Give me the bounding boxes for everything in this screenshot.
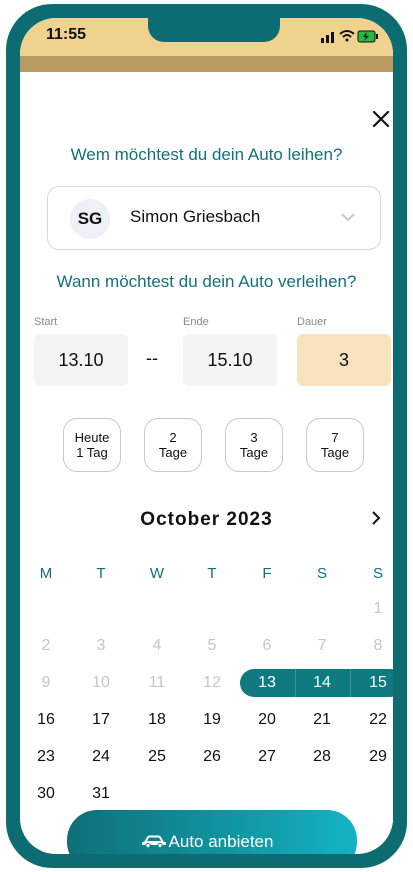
calendar-day[interactable]: 8	[361, 637, 393, 655]
question-when: Wann möchtest du dein Auto verleihen?	[56, 272, 357, 291]
device-notch	[148, 18, 280, 42]
weekday-label: S	[372, 565, 383, 582]
calendar-day[interactable]: 12	[195, 674, 229, 692]
end-label: Ende	[183, 316, 209, 328]
calendar-day-selected[interactable]: 15	[361, 674, 393, 692]
calendar-month-title: October 2023	[140, 509, 273, 530]
end-date-field[interactable]: 15.10	[183, 334, 277, 386]
calendar-day[interactable]: 24	[84, 748, 118, 766]
close-icon[interactable]	[372, 110, 390, 128]
weekday-label: T	[207, 565, 217, 582]
offer-car-button[interactable]: Auto anbieten	[67, 810, 357, 854]
quick-option-line1: Heute	[74, 430, 110, 445]
calendar-day[interactable]: 4	[140, 637, 174, 655]
calendar-day[interactable]: 19	[195, 711, 229, 729]
duration-label: Dauer	[297, 316, 327, 328]
quick-option-line2: Tage	[158, 445, 188, 460]
weekday-label: F	[262, 565, 272, 582]
calendar-day[interactable]: 26	[195, 748, 229, 766]
quick-option-line2: Tage	[239, 445, 269, 460]
start-label: Start	[34, 316, 58, 328]
status-icons	[321, 30, 378, 43]
calendar-day[interactable]: 31	[84, 785, 118, 803]
question-person: Wem möchtest du dein Auto leihen?	[70, 145, 343, 164]
person-name: Simon Griesbach	[130, 207, 261, 226]
calendar-day[interactable]: 23	[29, 748, 63, 766]
chevron-right-icon[interactable]	[370, 510, 382, 526]
quick-option-line1: 3	[250, 430, 258, 445]
calendar-day[interactable]: 10	[84, 674, 118, 692]
calendar-day[interactable]: 30	[29, 785, 63, 803]
weekday-label: M	[39, 565, 53, 582]
chevron-down-icon	[341, 213, 355, 222]
calendar-day[interactable]: 2	[29, 637, 63, 655]
quick-option-today[interactable]: Heute 1 Tag	[63, 418, 121, 472]
battery-icon	[357, 30, 378, 43]
calendar-day[interactable]: 3	[84, 637, 118, 655]
start-date-field[interactable]: 13.10	[34, 334, 128, 386]
phone-frame: 11:55 Wem möchtest du dein Auto leihen? …	[0, 0, 413, 872]
calendar-day-selected[interactable]: 13	[250, 674, 284, 692]
calendar-day[interactable]: 6	[250, 637, 284, 655]
status-time: 11:55	[46, 26, 87, 43]
background-page-strip	[20, 56, 393, 72]
quick-option-line2: Tage	[320, 445, 350, 460]
quick-option-3-days[interactable]: 3 Tage	[225, 418, 283, 472]
quick-option-line1: 7	[331, 430, 339, 445]
calendar-day[interactable]: 25	[140, 748, 174, 766]
quick-option-line2: 1 Tag	[76, 445, 108, 460]
calendar-day[interactable]: 27	[250, 748, 284, 766]
calendar-day-selected[interactable]: 14	[305, 674, 339, 692]
range-divider	[350, 669, 351, 697]
offer-car-label: Auto anbieten	[168, 832, 274, 851]
calendar-day[interactable]: 9	[29, 674, 63, 692]
avatar: SG	[70, 199, 110, 239]
screen: 11:55 Wem möchtest du dein Auto leihen? …	[20, 18, 393, 854]
duration-field[interactable]: 3	[297, 334, 391, 386]
calendar-day[interactable]: 5	[195, 637, 229, 655]
calendar-day[interactable]: 28	[305, 748, 339, 766]
calendar-day[interactable]: 20	[250, 711, 284, 729]
range-divider	[295, 669, 296, 697]
calendar-day[interactable]: 1	[361, 600, 393, 618]
calendar-day[interactable]: 7	[305, 637, 339, 655]
calendar-day[interactable]: 22	[361, 711, 393, 729]
person-select[interactable]: SG Simon Griesbach	[47, 186, 381, 250]
calendar-day[interactable]: 17	[84, 711, 118, 729]
quick-option-line1: 2	[169, 430, 177, 445]
weekday-label: W	[149, 565, 165, 582]
cellular-signal-icon	[321, 32, 334, 43]
calendar-day[interactable]: 16	[29, 711, 63, 729]
weekday-label: S	[316, 565, 327, 582]
calendar-day[interactable]: 11	[140, 674, 174, 692]
weekday-label: T	[96, 565, 106, 582]
calendar-day[interactable]: 21	[305, 711, 339, 729]
date-separator: --	[146, 348, 158, 368]
calendar-day[interactable]: 18	[140, 711, 174, 729]
wifi-icon	[339, 30, 355, 42]
quick-option-2-days[interactable]: 2 Tage	[144, 418, 202, 472]
quick-option-7-days[interactable]: 7 Tage	[306, 418, 364, 472]
calendar-day[interactable]: 29	[361, 748, 393, 766]
